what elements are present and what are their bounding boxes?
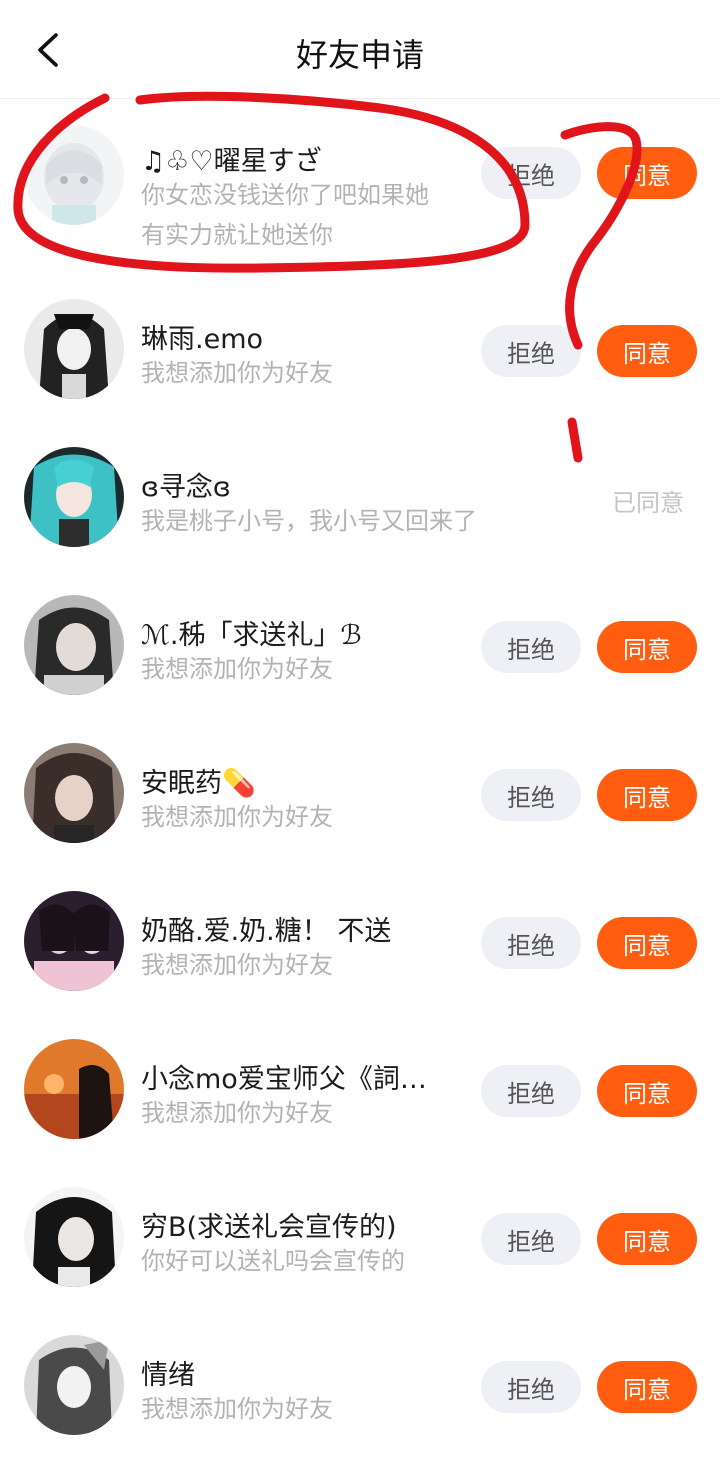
reject-button[interactable]: 拒绝 <box>481 1065 581 1117</box>
avatar[interactable] <box>24 595 124 695</box>
request-message-continued: 有实力就让她送你 <box>141 221 333 249</box>
friend-request-row[interactable]: 安眠药💊 我想添加你为好友 拒绝 同意 <box>0 721 720 869</box>
reject-button[interactable]: 拒绝 <box>481 917 581 969</box>
avatar[interactable] <box>24 1039 124 1139</box>
friend-request-row[interactable]: 穷B(求送礼会宣传的) 你好可以送礼吗会宣传的 拒绝 同意 <box>0 1165 720 1313</box>
request-message: 我想添加你为好友 <box>141 803 333 831</box>
friend-request-row[interactable]: 奶酪.爱.奶.糖！ 不送 我想添加你为好友 拒绝 同意 <box>0 869 720 1017</box>
friend-request-row[interactable]: ♫♧♡曜星すざ 你女恋没钱送你了吧如果她 有实力就让她送你 拒绝 同意 <box>0 99 720 249</box>
friend-request-row[interactable]: 小念mo爱宝师父《詞… 我想添加你为好友 拒绝 同意 <box>0 1017 720 1165</box>
agree-button[interactable]: 同意 <box>597 1213 697 1265</box>
avatar[interactable] <box>24 1335 124 1435</box>
agree-button[interactable]: 同意 <box>597 1361 697 1413</box>
reject-button[interactable]: 拒绝 <box>481 325 581 377</box>
friend-request-row[interactable]: ɞ寻念ɞ 我是桃子小号，我小号又回来了 已同意 <box>0 425 720 573</box>
reject-button[interactable]: 拒绝 <box>481 147 581 199</box>
requester-name: ℳ.秭「求送礼」ℬ <box>141 620 362 651</box>
page-title: 好友申请 <box>295 36 424 74</box>
agree-button[interactable]: 同意 <box>597 769 697 821</box>
request-message: 你女恋没钱送你了吧如果她 <box>141 181 429 209</box>
agree-button[interactable]: 同意 <box>597 917 697 969</box>
reject-button[interactable]: 拒绝 <box>481 1213 581 1265</box>
requester-name: 安眠药💊 <box>141 768 256 799</box>
avatar[interactable] <box>24 1187 124 1287</box>
requester-name: ♫♧♡曜星すざ <box>141 146 322 177</box>
request-message: 我想添加你为好友 <box>141 1395 333 1423</box>
avatar[interactable] <box>24 743 124 843</box>
request-message: 我是桃子小号，我小号又回来了 <box>141 507 477 535</box>
top-bar: 好友申请 <box>0 0 720 99</box>
request-message: 我想添加你为好友 <box>141 359 333 387</box>
requester-name: 穷B(求送礼会宣传的) <box>141 1212 397 1243</box>
friend-request-row[interactable]: ℳ.秭「求送礼」ℬ 我想添加你为好友 拒绝 同意 <box>0 573 720 721</box>
requester-name: 琳雨.emo <box>141 324 264 355</box>
request-message: 我想添加你为好友 <box>141 655 333 683</box>
reject-button[interactable]: 拒绝 <box>481 769 581 821</box>
reject-button[interactable]: 拒绝 <box>481 1361 581 1413</box>
agreed-status: 已同意 <box>612 489 684 517</box>
reject-button[interactable]: 拒绝 <box>481 621 581 673</box>
request-message: 我想添加你为好友 <box>141 951 333 979</box>
friend-request-row[interactable]: 情绪 我想添加你为好友 拒绝 同意 <box>0 1313 720 1461</box>
friend-request-row[interactable]: 琳雨.emo 我想添加你为好友 拒绝 同意 <box>0 277 720 425</box>
agree-button[interactable]: 同意 <box>597 147 697 199</box>
agree-button[interactable]: 同意 <box>597 325 697 377</box>
requester-name: ɞ寻念ɞ <box>141 472 231 503</box>
request-message: 你好可以送礼吗会宣传的 <box>141 1247 405 1275</box>
agree-button[interactable]: 同意 <box>597 1065 697 1117</box>
requester-name: 小念mo爱宝师父《詞… <box>141 1064 427 1095</box>
request-message: 我想添加你为好友 <box>141 1099 333 1127</box>
avatar[interactable] <box>24 299 124 399</box>
avatar[interactable] <box>24 891 124 991</box>
requester-name: 奶酪.爱.奶.糖！ 不送 <box>141 916 392 947</box>
avatar[interactable] <box>24 125 124 225</box>
agree-button[interactable]: 同意 <box>597 621 697 673</box>
requester-name: 情绪 <box>141 1360 195 1391</box>
avatar[interactable] <box>24 447 124 547</box>
